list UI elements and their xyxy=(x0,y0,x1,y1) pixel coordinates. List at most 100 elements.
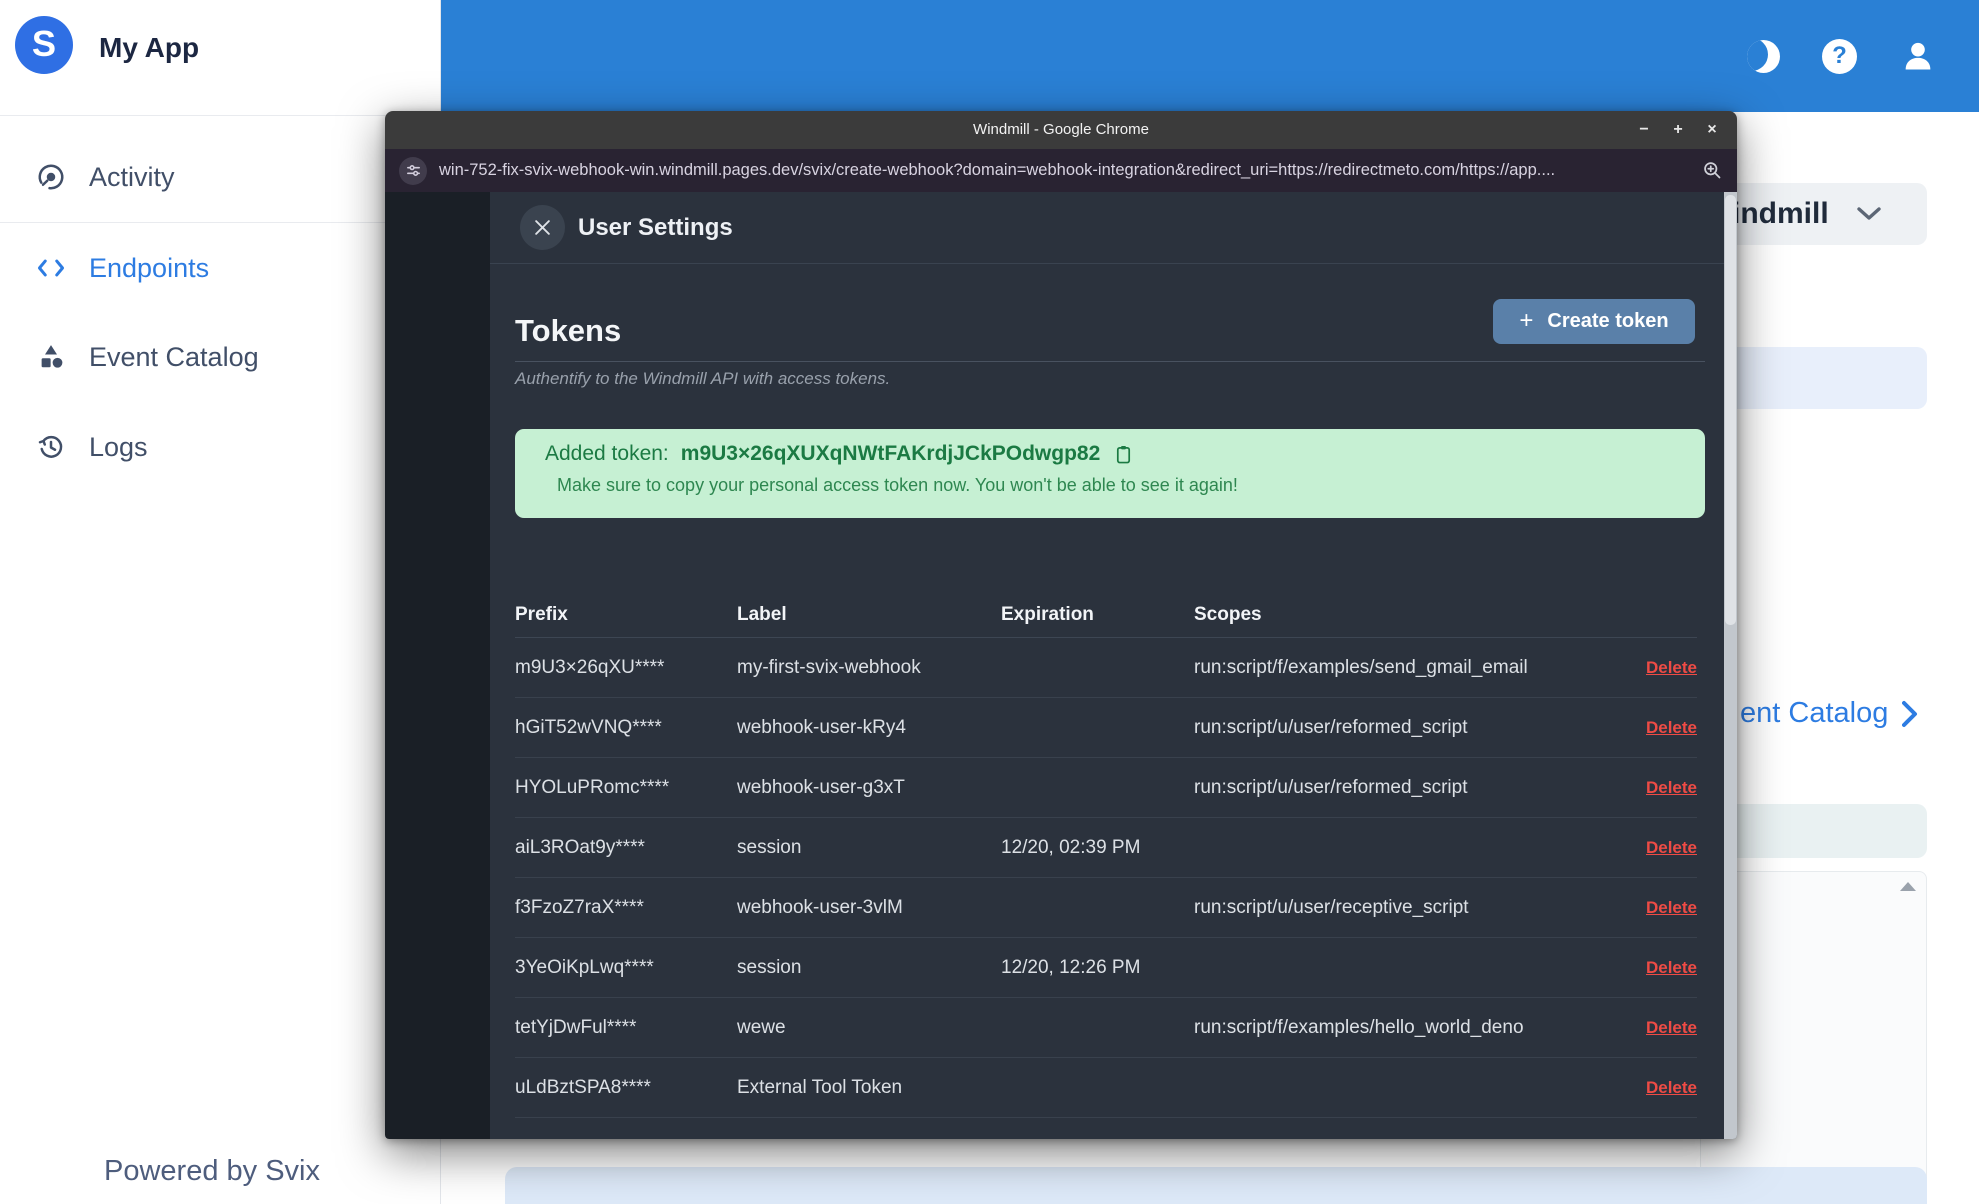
close-modal-button[interactable] xyxy=(520,205,565,250)
token-label-cell: wewe xyxy=(737,1016,786,1038)
dark-mode-moon-icon[interactable] xyxy=(1747,39,1780,73)
sidebar: S My App Activity Endpoints Event Catalo… xyxy=(0,0,441,1204)
token-delete-link[interactable]: Delete xyxy=(1646,1018,1697,1037)
screen: S My App Activity Endpoints Event Catalo… xyxy=(0,0,1979,1204)
modal-header: User Settings xyxy=(490,192,1724,264)
token-label-cell: session xyxy=(737,836,802,858)
background-panel xyxy=(505,1167,1927,1204)
workspace-label: indmill xyxy=(1732,197,1829,230)
code-brackets-icon xyxy=(35,257,67,279)
svg-text:S: S xyxy=(32,23,56,64)
create-token-button[interactable]: + Create token xyxy=(1493,299,1695,344)
modal-title: User Settings xyxy=(578,214,733,241)
token-prefix-cell: m9U3×26qXU**** xyxy=(515,656,665,678)
moon-cutout xyxy=(1747,39,1768,71)
url-input[interactable]: win-752-fix-svix-webhook-win.windmill.pa… xyxy=(439,161,1690,180)
token-table-row: uLdBztSPA8**** External Tool Token Delet… xyxy=(515,1058,1697,1118)
token-prefix-cell: f3FzoZ7raX**** xyxy=(515,896,644,918)
sidebar-item-logs[interactable]: Logs xyxy=(35,427,148,467)
chevron-down-icon xyxy=(1856,207,1881,221)
token-delete-link[interactable]: Delete xyxy=(1646,838,1697,857)
user-settings-modal: User Settings Tokens + Create token Auth… xyxy=(490,192,1724,1139)
token-table-row: m9U3×26qXU**** my-first-svix-webhook run… xyxy=(515,638,1697,698)
sidebar-item-event-catalog[interactable]: Event Catalog xyxy=(35,337,259,377)
token-prefix-cell: 3YeOiKpLwq**** xyxy=(515,956,654,978)
token-scopes-cell: run:script/u/user/reformed_script xyxy=(1194,716,1468,738)
scroll-up-arrow-icon[interactable] xyxy=(1900,882,1916,891)
sidebar-item-label: Activity xyxy=(89,161,175,192)
token-label-cell: webhook-user-3vlM xyxy=(737,896,903,918)
copy-token-icon[interactable] xyxy=(1114,444,1133,465)
history-icon xyxy=(35,432,67,462)
column-header-scopes: Scopes xyxy=(1194,604,1262,625)
url-bar: win-752-fix-svix-webhook-win.windmill.pa… xyxy=(385,149,1737,192)
window-controls: − + × xyxy=(1635,111,1721,149)
token-delete-link[interactable]: Delete xyxy=(1646,958,1697,977)
token-table-row: 3YeOiKpLwq**** session 12/20, 12:26 PM D… xyxy=(515,938,1697,998)
zoom-icon[interactable] xyxy=(1702,160,1723,181)
browser-window: Windmill - Google Chrome − + × win-752-f… xyxy=(385,111,1737,1139)
added-token-alert: Added token: m9U3×26qXUXqNWtFAKrdjJCkPOd… xyxy=(515,429,1705,518)
close-window-icon[interactable]: × xyxy=(1703,121,1721,139)
token-table-row: aiL3ROat9y**** session 12/20, 02:39 PM D… xyxy=(515,818,1697,878)
token-label-cell: my-first-svix-webhook xyxy=(737,656,921,678)
window-titlebar[interactable]: Windmill - Google Chrome − + × xyxy=(385,111,1737,149)
token-label-cell: webhook-user-g3xT xyxy=(737,776,905,798)
token-prefix-cell: uLdBztSPA8**** xyxy=(515,1076,651,1098)
token-delete-link[interactable]: Delete xyxy=(1646,778,1697,797)
token-table: Prefix Label Expiration Scopes m9U3×26qX… xyxy=(515,593,1697,1139)
sidebar-item-activity[interactable]: Activity xyxy=(35,157,175,197)
powered-by-svix: Powered by Svix xyxy=(104,1155,320,1187)
token-delete-link[interactable]: Delete xyxy=(1646,1138,1697,1140)
token-prefix-cell: i9AiXYkdRv**** xyxy=(515,1137,737,1140)
tokens-heading: Tokens xyxy=(515,313,622,348)
sidebar-item-endpoints[interactable]: Endpoints xyxy=(35,248,209,288)
token-prefix-cell: hGiT52wVNQ**** xyxy=(515,716,662,738)
added-token-label: Added token: xyxy=(545,442,669,465)
page-content: User Settings Tokens + Create token Auth… xyxy=(385,192,1737,1139)
token-table-row: f3FzoZ7raX**** webhook-user-3vlM run:scr… xyxy=(515,878,1697,938)
token-scopes-cell: run:script/u/user/receptive_script xyxy=(1194,896,1469,918)
user-icon[interactable] xyxy=(1899,37,1937,75)
token-table-row: i9AiXYkdRv**** global Delete xyxy=(515,1118,1697,1140)
token-delete-link[interactable]: Delete xyxy=(1646,658,1697,677)
create-token-label: Create token xyxy=(1547,310,1669,332)
chevron-right-icon xyxy=(1902,700,1918,728)
column-header-prefix: Prefix xyxy=(515,604,568,625)
event-catalog-link[interactable]: ent Catalog xyxy=(1740,697,1918,730)
plus-icon: + xyxy=(1519,306,1534,334)
token-table-row: HYOLuPRomc**** webhook-user-g3xT run:scr… xyxy=(515,758,1697,818)
help-icon[interactable]: ? xyxy=(1822,38,1857,74)
topbar: ? xyxy=(440,0,1979,112)
token-table-row: tetYjDwFul**** wewe run:script/f/example… xyxy=(515,998,1697,1058)
sidebar-item-label: Endpoints xyxy=(89,252,210,283)
column-header-expiration: Expiration xyxy=(1001,604,1094,625)
sidebar-divider xyxy=(0,115,440,116)
token-warning-text: Make sure to copy your personal access t… xyxy=(557,475,1238,495)
event-catalog-link-label: ent Catalog xyxy=(1740,697,1889,729)
token-expiration-cell: 12/20, 02:39 PM xyxy=(1001,836,1141,858)
token-scopes-cell: run:script/f/examples/hello_world_deno xyxy=(1194,1016,1524,1038)
page-scrollbar[interactable] xyxy=(1724,192,1737,1139)
minimize-icon[interactable]: − xyxy=(1635,121,1653,139)
token-scopes-cell: run:script/f/examples/send_gmail_email xyxy=(1194,656,1528,678)
topbar-icons: ? xyxy=(1747,0,1937,112)
token-delete-link[interactable]: Delete xyxy=(1646,898,1697,917)
token-delete-link[interactable]: Delete xyxy=(1646,1078,1697,1097)
token-label-cell: session xyxy=(737,956,802,978)
app-title: My App xyxy=(99,31,200,63)
token-delete-link[interactable]: Delete xyxy=(1646,718,1697,737)
svix-logo-icon: S xyxy=(15,16,73,79)
token-expiration-cell: 12/20, 12:26 PM xyxy=(1001,956,1141,978)
token-label-cell: webhook-user-kRy4 xyxy=(737,716,906,738)
brand: S My App xyxy=(15,16,199,79)
site-settings-icon[interactable] xyxy=(399,156,427,185)
added-token-value: m9U3×26qXUXqNWtFAKrdjJCkPOdwgp82 xyxy=(680,442,1101,465)
token-prefix-cell: HYOLuPRomc**** xyxy=(515,776,670,798)
token-table-body: m9U3×26qXU**** my-first-svix-webhook run… xyxy=(515,638,1697,1139)
maximize-icon[interactable]: + xyxy=(1669,121,1687,139)
sidebar-divider xyxy=(0,222,440,223)
token-prefix-cell: aiL3ROat9y**** xyxy=(515,836,645,858)
section-divider xyxy=(515,361,1705,362)
token-table-row: hGiT52wVNQ**** webhook-user-kRy4 run:scr… xyxy=(515,698,1697,758)
